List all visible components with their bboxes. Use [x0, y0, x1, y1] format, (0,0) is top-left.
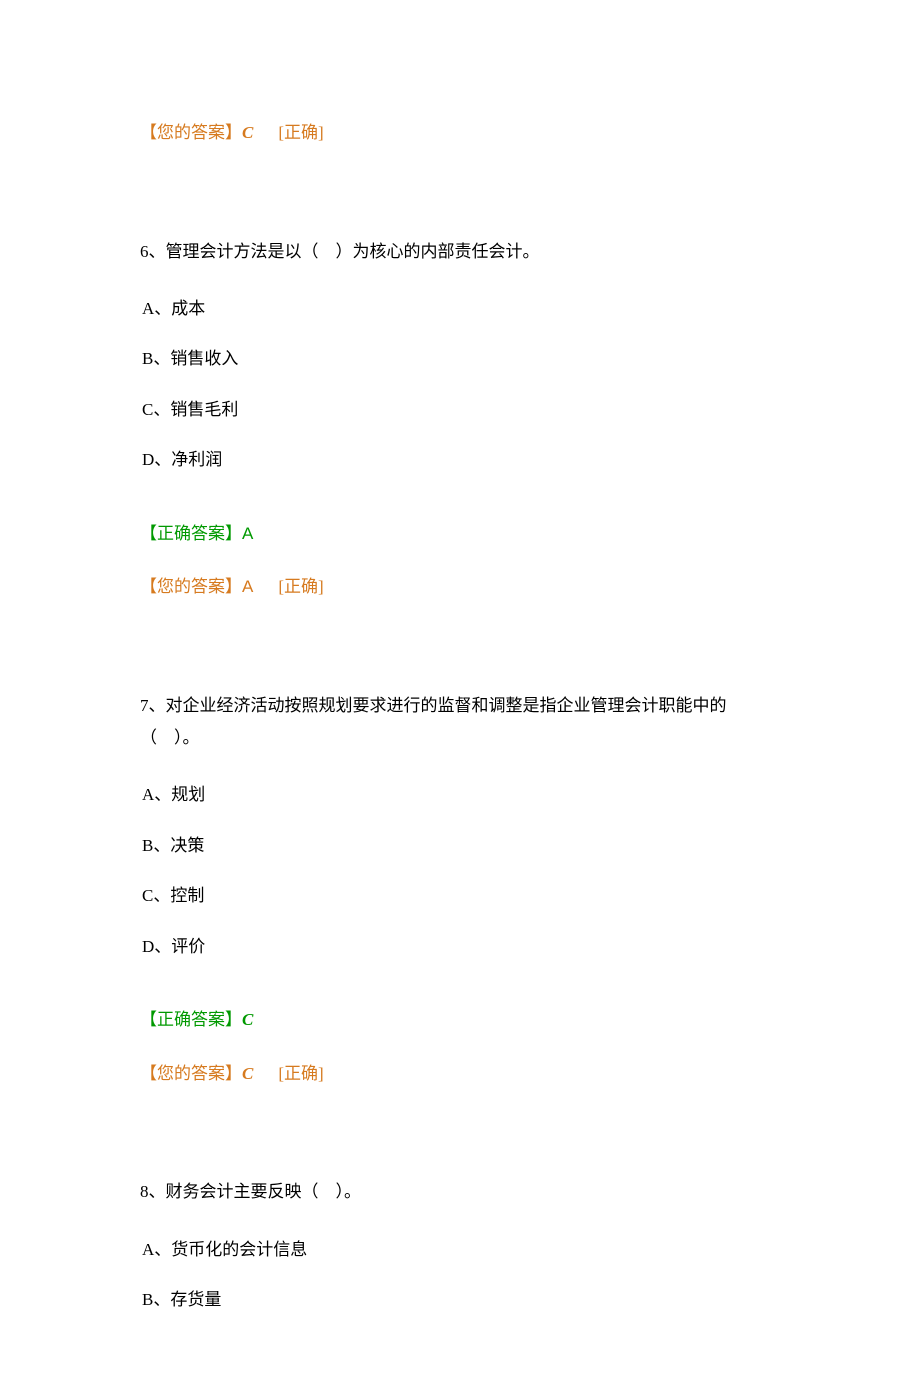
- correct-answer-value: C: [242, 1010, 253, 1029]
- question-7-option-b: B、决策: [142, 833, 780, 859]
- question-6-stem: 6、管理会计方法是以（ ）为核心的内部责任会计。: [140, 236, 780, 268]
- document-page: 【您的答案】C[正确] 6、管理会计方法是以（ ）为核心的内部责任会计。 A、成…: [0, 0, 920, 1398]
- previous-your-answer-line: 【您的答案】C[正确]: [140, 120, 780, 146]
- your-answer-value: A: [242, 577, 278, 596]
- your-answer-value: C: [242, 123, 278, 142]
- your-answer-label: 【您的答案】: [140, 1064, 242, 1083]
- your-answer-label: 【您的答案】: [140, 577, 242, 596]
- answer-status: [正确]: [278, 577, 323, 596]
- question-7-correct-answer: 【正确答案】C: [140, 1007, 780, 1033]
- question-7-your-answer: 【您的答案】C[正确]: [140, 1061, 780, 1087]
- answer-status: [正确]: [278, 1064, 323, 1083]
- question-8-option-b: B、存货量: [142, 1287, 780, 1313]
- question-8-option-a: A、货币化的会计信息: [142, 1237, 780, 1263]
- question-6-option-d: D、净利润: [142, 447, 780, 473]
- question-6-your-answer: 【您的答案】A[正确]: [140, 574, 780, 600]
- question-6-option-c: C、销售毛利: [142, 397, 780, 423]
- your-answer-label: 【您的答案】: [140, 123, 242, 142]
- answer-status: [正确]: [278, 123, 323, 142]
- question-7-stem: 7、对企业经济活动按照规划要求进行的监督和调整是指企业管理会计职能中的（ ）。: [140, 690, 780, 755]
- correct-answer-label: 【正确答案】: [140, 1010, 242, 1029]
- question-7-option-c: C、控制: [142, 883, 780, 909]
- your-answer-value: C: [242, 1064, 278, 1083]
- question-6-correct-answer: 【正确答案】A: [140, 521, 780, 547]
- question-7-option-a: A、规划: [142, 782, 780, 808]
- question-8-stem: 8、财务会计主要反映（ ）。: [140, 1176, 780, 1208]
- correct-answer-label: 【正确答案】: [140, 524, 242, 543]
- correct-answer-value: A: [242, 524, 253, 543]
- question-6-option-a: A、成本: [142, 296, 780, 322]
- question-6-option-b: B、销售收入: [142, 346, 780, 372]
- question-7-option-d: D、评价: [142, 934, 780, 960]
